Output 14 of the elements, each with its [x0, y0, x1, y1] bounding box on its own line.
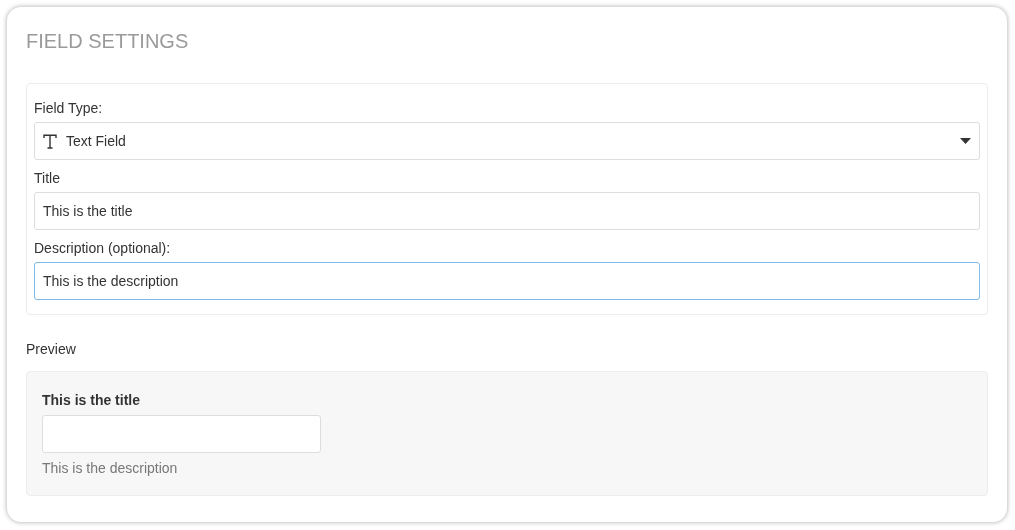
text-input[interactable]: This is the title — [34, 192, 980, 230]
field-type-dropdown[interactable]: Text Field — [34, 122, 980, 160]
caret-icon — [960, 138, 971, 144]
field-label: Description (optional): — [34, 239, 171, 257]
field-label: Field Type: — [34, 99, 103, 117]
preview-label: This is the title — [42, 391, 140, 409]
section-heading: Preview — [26, 340, 76, 358]
panel-title: FIELD SETTINGS — [26, 29, 190, 53]
help-text: This is the description — [42, 459, 178, 478]
text-input[interactable]: This is the description — [34, 262, 980, 300]
text-type-icon — [43, 133, 57, 149]
preview-input[interactable] — [42, 415, 321, 453]
dropdown-value: Text Field — [66, 131, 126, 151]
field-label: Title — [34, 169, 60, 187]
